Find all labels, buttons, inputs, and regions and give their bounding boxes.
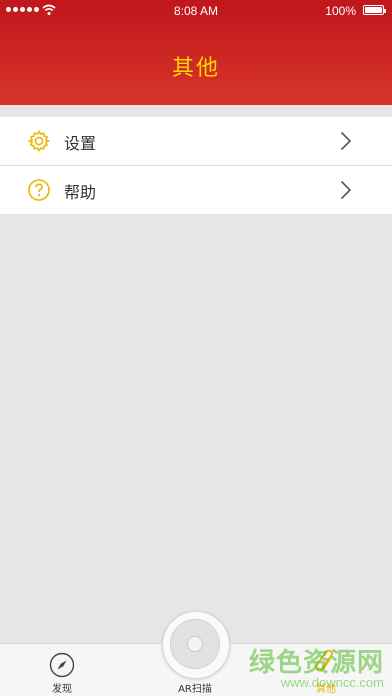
- chevron-right-icon: [340, 180, 352, 200]
- menu-item-help[interactable]: 帮助: [0, 165, 392, 214]
- compass-icon: [49, 652, 75, 678]
- status-bar: 8:08 AM 100%: [0, 0, 392, 22]
- help-icon: [28, 179, 50, 201]
- menu-item-label: 帮助: [64, 183, 97, 202]
- watermark-title: 绿色资源网: [248, 648, 384, 678]
- chevron-right-icon: [340, 131, 352, 151]
- ar-scan-button[interactable]: [162, 611, 230, 679]
- header-bar: 8:08 AM 100% 其他: [0, 0, 392, 105]
- watermark: 绿色资源网 www.downcc.com: [249, 642, 384, 690]
- tab-label: 发现: [52, 684, 72, 695]
- menu-item-label: 设置: [64, 134, 97, 153]
- tab-label: AR扫描: [178, 684, 212, 695]
- settings-list: 设置 帮助: [0, 117, 392, 214]
- gear-icon: [27, 130, 51, 152]
- battery-icon: [363, 5, 386, 15]
- menu-item-settings[interactable]: 设置: [0, 117, 392, 165]
- ar-lens-icon: [170, 619, 220, 669]
- page-title: 其他: [171, 56, 220, 81]
- battery-percent: 100%: [325, 4, 356, 18]
